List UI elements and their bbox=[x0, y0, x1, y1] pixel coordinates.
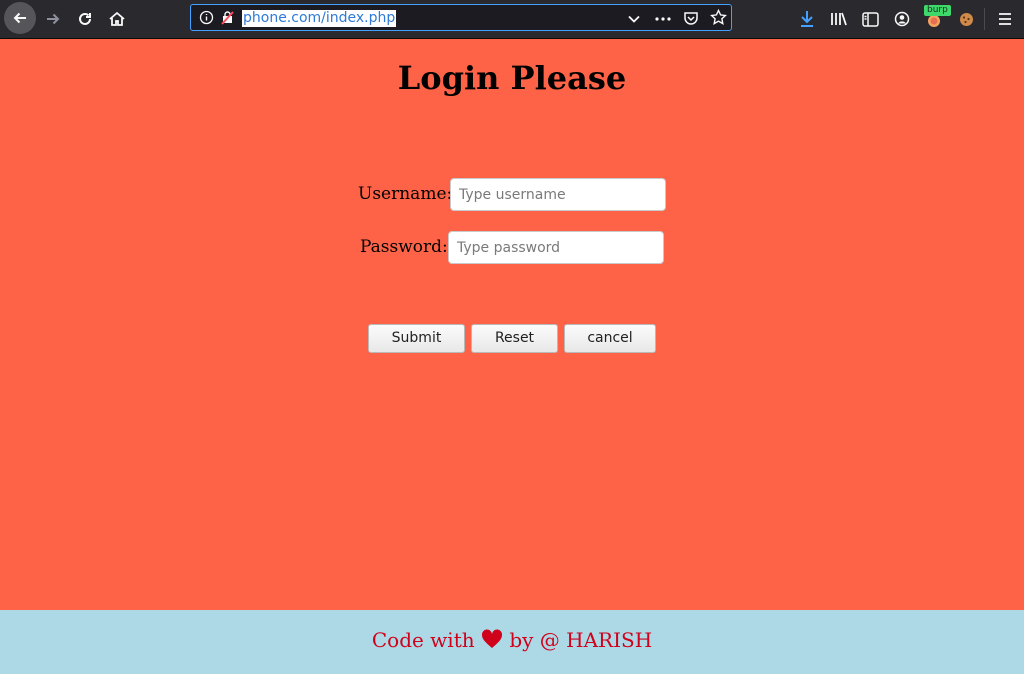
library-icon bbox=[831, 12, 847, 26]
password-label: Password: bbox=[360, 237, 448, 257]
cookie-extension-button[interactable] bbox=[951, 4, 981, 34]
chevron-down-icon[interactable] bbox=[627, 11, 641, 30]
page-content: Login Please Username: Password: Submit … bbox=[0, 39, 1024, 610]
arrow-left-icon bbox=[13, 12, 26, 24]
account-button[interactable] bbox=[887, 4, 917, 34]
browser-toolbar: phone.com/index.php burp bbox=[0, 0, 1024, 39]
insecure-lock-icon[interactable] bbox=[220, 10, 235, 29]
arrow-right-icon bbox=[47, 13, 60, 25]
bookmark-star-icon[interactable] bbox=[710, 8, 727, 30]
cancel-button[interactable]: cancel bbox=[564, 324, 656, 353]
sidebar-icon bbox=[861, 11, 879, 27]
cookie-icon bbox=[959, 12, 973, 26]
info-icon[interactable] bbox=[199, 10, 214, 29]
sidebar-button[interactable] bbox=[855, 4, 885, 34]
reload-button[interactable] bbox=[70, 4, 100, 34]
burp-badge: burp bbox=[924, 5, 951, 16]
footer-prefix: Code with bbox=[371, 628, 475, 652]
username-label: Username: bbox=[358, 184, 453, 204]
download-icon bbox=[801, 11, 813, 27]
submit-button[interactable]: Submit bbox=[368, 324, 465, 353]
more-actions-icon[interactable] bbox=[654, 11, 672, 30]
back-button[interactable] bbox=[4, 2, 36, 34]
home-button[interactable] bbox=[102, 4, 132, 34]
footer-suffix: by @ HARISH bbox=[509, 628, 653, 652]
pocket-icon[interactable] bbox=[683, 10, 699, 30]
hamburger-menu-icon bbox=[999, 13, 1011, 25]
toolbar-divider bbox=[984, 8, 985, 30]
username-input[interactable] bbox=[450, 178, 666, 211]
reset-button[interactable]: Reset bbox=[471, 324, 558, 353]
heart-icon bbox=[481, 629, 503, 654]
reload-icon bbox=[79, 12, 91, 25]
url-text[interactable]: phone.com/index.php bbox=[242, 10, 397, 27]
menu-button[interactable] bbox=[990, 4, 1020, 34]
password-input[interactable] bbox=[448, 231, 664, 264]
url-bar[interactable]: phone.com/index.php bbox=[190, 4, 732, 31]
footer: Code with by @ HARISH bbox=[0, 610, 1024, 674]
library-button[interactable] bbox=[824, 4, 854, 34]
forward-button[interactable] bbox=[38, 4, 68, 34]
downloads-button[interactable] bbox=[792, 4, 822, 34]
page-title: Login Please bbox=[397, 59, 627, 97]
account-icon bbox=[894, 11, 910, 27]
footer-credit: Code with by @ HARISH bbox=[0, 628, 1024, 654]
home-icon bbox=[109, 11, 125, 26]
